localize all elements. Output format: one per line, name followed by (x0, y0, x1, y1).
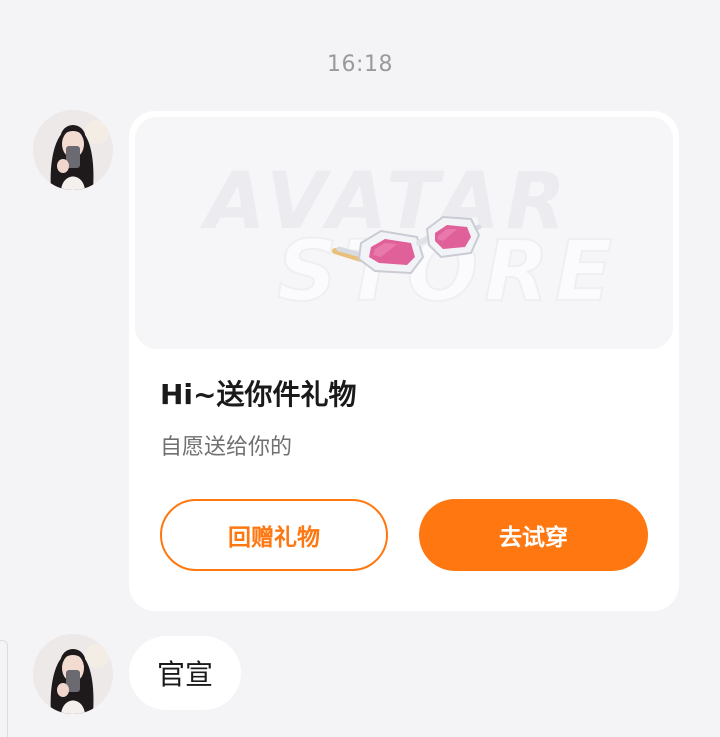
sender-avatar[interactable] (33, 634, 113, 714)
gift-card[interactable]: AVATAR STORE Hi~送你件礼物 自愿送给你的 回赠礼物 去试穿 (129, 111, 679, 611)
text-message-bubble[interactable]: 官宣 (129, 636, 242, 710)
gift-card-subtitle: 自愿送给你的 (160, 435, 293, 460)
gift-card-title: Hi~送你件礼物 (160, 378, 357, 411)
avatar-photo-icon (33, 634, 113, 714)
avatar-photo-icon (33, 110, 113, 190)
message-timestamp: 16:18 (327, 52, 393, 77)
pink-sunglasses-icon (332, 215, 482, 275)
left-edge-divider (0, 640, 8, 737)
avatar-store-banner: AVATAR STORE (135, 117, 673, 349)
try-on-button[interactable]: 去试穿 (419, 499, 648, 571)
sender-avatar[interactable] (33, 110, 113, 190)
return-gift-button[interactable]: 回赠礼物 (160, 499, 388, 571)
